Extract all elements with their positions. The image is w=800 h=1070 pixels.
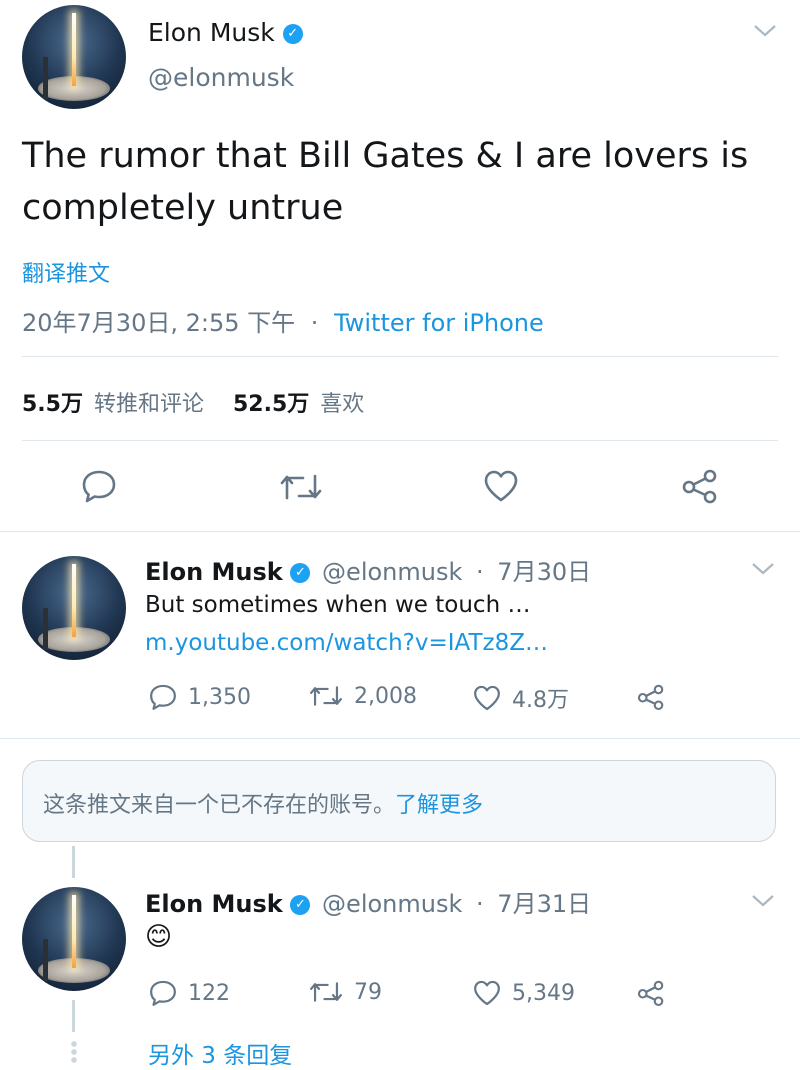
share-button[interactable] bbox=[680, 468, 720, 504]
tweet-stats: 5.5万 转推和评论 52.5万 喜欢 bbox=[22, 386, 364, 418]
tweet-meta: 20年7月30日, 2:55 下午 · Twitter for iPhone bbox=[22, 303, 544, 338]
reply-icon bbox=[150, 684, 176, 710]
retweet-icon bbox=[310, 982, 342, 1002]
like-icon bbox=[474, 685, 500, 711]
main-tweet-display-name-row[interactable]: Elon Musk ✓ bbox=[148, 18, 303, 47]
thread-dots bbox=[70, 1040, 78, 1064]
more-replies-link[interactable]: 另外 3 条回复 bbox=[148, 1036, 292, 1070]
chevron-down-icon[interactable] bbox=[750, 892, 776, 914]
retweet-count: 2,008 bbox=[354, 683, 417, 709]
divider bbox=[0, 531, 800, 532]
thread-connector-line bbox=[72, 1000, 75, 1032]
like-count: 4.8万 bbox=[512, 688, 569, 713]
like-button[interactable] bbox=[482, 468, 520, 504]
reply-handle[interactable]: @elonmusk bbox=[322, 890, 462, 918]
reply-separator: · bbox=[476, 558, 484, 586]
reply-handle[interactable]: @elonmusk bbox=[322, 558, 462, 586]
verified-badge-icon: ✓ bbox=[290, 895, 311, 915]
share-icon bbox=[637, 684, 664, 711]
divider bbox=[22, 440, 778, 441]
thread-connector-line bbox=[72, 846, 75, 878]
share-icon bbox=[682, 469, 717, 504]
like-button[interactable]: 5,349 bbox=[472, 978, 575, 1008]
like-count: 5,349 bbox=[512, 980, 575, 1006]
share-button[interactable] bbox=[636, 978, 666, 1008]
reply-header: Elon Musk ✓ @elonmusk · 7月31日 bbox=[145, 884, 591, 919]
reply-text: But sometimes when we touch … bbox=[145, 592, 531, 618]
likes-label: 喜欢 bbox=[320, 392, 365, 417]
main-tweet-display-name[interactable]: Elon Musk bbox=[148, 18, 275, 47]
retweet-count: 79 bbox=[354, 979, 382, 1005]
chevron-down-icon[interactable] bbox=[752, 18, 778, 46]
reply-button[interactable] bbox=[80, 468, 118, 504]
main-tweet-avatar[interactable] bbox=[22, 5, 126, 109]
verified-badge-icon: ✓ bbox=[290, 563, 311, 583]
retweets-count: 5.5万 bbox=[22, 392, 83, 417]
divider bbox=[0, 738, 800, 739]
reply-date[interactable]: 7月30日 bbox=[497, 558, 591, 586]
reply-display-name[interactable]: Elon Musk bbox=[145, 558, 283, 586]
likes-count: 52.5万 bbox=[233, 392, 310, 417]
retweet-icon bbox=[310, 686, 342, 706]
chevron-down-icon[interactable] bbox=[750, 560, 776, 582]
reply-icon bbox=[150, 980, 176, 1006]
divider bbox=[22, 356, 778, 357]
reply-avatar[interactable] bbox=[22, 887, 126, 991]
reply-button[interactable]: 1,350 bbox=[148, 682, 251, 712]
retweets-label: 转推和评论 bbox=[93, 392, 204, 417]
retweet-button[interactable]: 2,008 bbox=[308, 682, 417, 710]
retweet-button[interactable]: 79 bbox=[308, 978, 382, 1006]
reply-count: 1,350 bbox=[188, 684, 251, 710]
reply-avatar[interactable] bbox=[22, 556, 126, 660]
likes-stat[interactable]: 52.5万 喜欢 bbox=[233, 392, 364, 417]
verified-badge-icon: ✓ bbox=[282, 24, 303, 44]
like-icon bbox=[474, 980, 500, 1006]
reply-header: Elon Musk ✓ @elonmusk · 7月30日 bbox=[145, 552, 591, 587]
tweet-source-link[interactable]: Twitter for iPhone bbox=[334, 309, 544, 337]
translate-tweet-link[interactable]: 翻译推文 bbox=[22, 256, 110, 288]
unavailable-notice-text: 这条推文来自一个已不存在的账号。 bbox=[43, 793, 396, 818]
share-icon bbox=[637, 980, 664, 1007]
main-tweet-handle[interactable]: @elonmusk bbox=[148, 63, 294, 92]
retweet-icon bbox=[280, 474, 322, 500]
like-icon bbox=[484, 470, 518, 502]
tweet-timestamp[interactable]: 20年7月30日, 2:55 下午 bbox=[22, 309, 295, 337]
reply-button[interactable]: 122 bbox=[148, 978, 230, 1008]
reply-display-name[interactable]: Elon Musk bbox=[145, 890, 283, 918]
learn-more-link[interactable]: 了解更多 bbox=[395, 793, 483, 818]
meta-separator: · bbox=[310, 309, 319, 337]
share-button[interactable] bbox=[636, 682, 666, 712]
reply-date[interactable]: 7月31日 bbox=[497, 890, 591, 918]
reply-icon bbox=[82, 470, 116, 503]
main-tweet-text: The rumor that Bill Gates & I are lovers… bbox=[22, 136, 749, 228]
unavailable-tweet-notice: 这条推文来自一个已不存在的账号。了解更多 bbox=[22, 760, 776, 842]
reply-count: 122 bbox=[188, 980, 230, 1006]
reply-text: 😊 bbox=[145, 922, 173, 952]
reply-separator: · bbox=[476, 890, 484, 918]
reply-link[interactable]: m.youtube.com/watch?v=IATz8Z… bbox=[145, 630, 548, 656]
retweets-stat[interactable]: 5.5万 转推和评论 bbox=[22, 392, 211, 417]
like-button[interactable]: 4.8万 bbox=[472, 682, 569, 714]
retweet-button[interactable] bbox=[278, 470, 324, 504]
